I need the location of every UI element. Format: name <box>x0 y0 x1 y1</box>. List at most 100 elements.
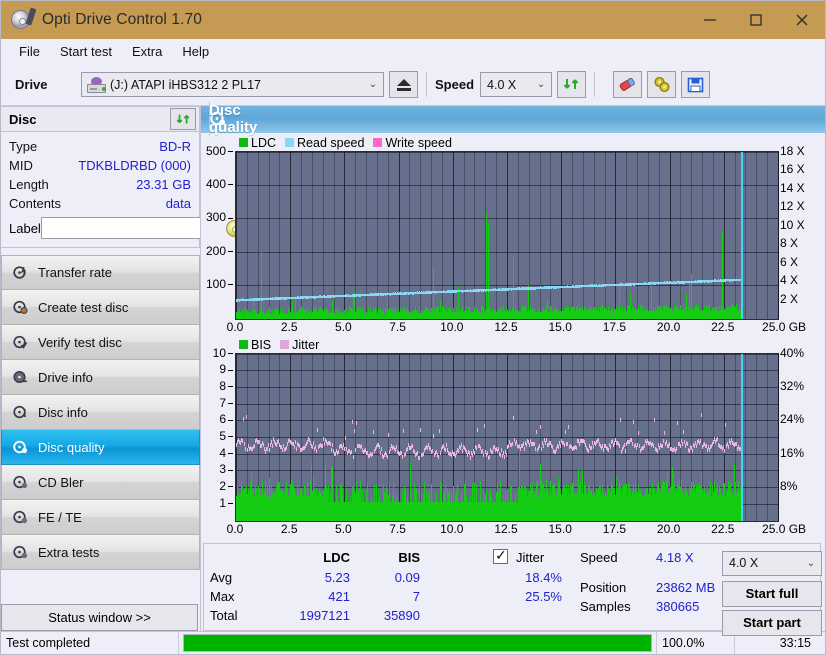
jitter-point <box>500 452 501 457</box>
jitter-point <box>662 443 663 448</box>
jitter-point <box>701 413 702 418</box>
erase-button[interactable] <box>613 71 643 98</box>
sidebar-item-cd-bler[interactable]: CD Bler <box>1 465 200 500</box>
jitter-point <box>588 449 589 454</box>
jitter-point <box>439 429 440 434</box>
jitter-point <box>558 445 559 450</box>
grid-line-v <box>712 151 714 319</box>
jitter-point <box>565 429 566 434</box>
jitter-point <box>540 424 541 429</box>
settings-button[interactable] <box>647 71 677 98</box>
elapsed-time: 33:15 <box>779 636 811 650</box>
x-tick-label: 12.5 <box>494 521 518 536</box>
sidebar-item-extra-tests[interactable]: Extra tests <box>1 535 200 570</box>
stats-row-label-avg: Avg <box>210 569 233 585</box>
disc-field-mid: MID TDKBLDRBD (000) <box>9 156 191 175</box>
chart1-y2-axis: 2 X 4 X 6 X 8 X 10 X 12 X 14 X 16 X 18 X <box>779 135 825 320</box>
jitter-point <box>664 430 665 435</box>
jitter-point <box>524 446 525 451</box>
jitter-label: Jitter <box>516 549 545 565</box>
jitter-point <box>684 439 685 444</box>
grid-line-v <box>322 151 324 319</box>
menu-item-start-test[interactable]: Start test <box>50 41 122 62</box>
legend-label-jitter: Jitter <box>292 337 320 352</box>
toolbar-divider-1 <box>426 72 427 97</box>
grid-line-v <box>767 151 769 319</box>
jitter-point <box>379 445 380 450</box>
status-message-cell: Test completed <box>1 632 179 654</box>
jitter-point <box>659 446 660 451</box>
grid-line-v <box>311 151 313 319</box>
sidebar-item-drive-info[interactable]: Drive info <box>1 360 200 395</box>
jitter-point <box>560 444 561 449</box>
disc-refresh-button[interactable] <box>170 108 196 130</box>
jitter-point <box>529 442 530 447</box>
start-part-button[interactable]: Start part <box>722 609 822 636</box>
jitter-point <box>680 443 681 448</box>
jitter-point <box>498 447 499 452</box>
disc-field-contents-key: Contents <box>9 196 62 211</box>
jitter-point <box>402 455 403 460</box>
disc-label-input[interactable] <box>40 217 220 239</box>
disc-field-length: Length 23.31 GB <box>9 175 191 194</box>
speed-select[interactable]: 4.0 X ⌄ <box>480 72 553 97</box>
save-button[interactable] <box>681 71 711 98</box>
stats-ldc-total: 1997121 <box>299 607 350 623</box>
jitter-point <box>294 444 295 449</box>
x-tick-label: 5.0 <box>335 319 352 334</box>
stats-ldc-avg: 5.23 <box>324 569 350 585</box>
jitter-point <box>724 448 725 453</box>
stats-bis-total: 35890 <box>383 607 420 623</box>
sidebar-item-create-test-disc[interactable]: Create test disc <box>1 290 200 325</box>
save-icon <box>687 77 704 92</box>
stats-jitter-avg: 18.4% <box>525 569 562 585</box>
jitter-point <box>536 429 537 434</box>
jitter-point <box>355 448 356 453</box>
menu-item-help[interactable]: Help <box>172 41 219 62</box>
refresh-button[interactable] <box>557 71 587 98</box>
jitter-checkbox[interactable] <box>493 547 508 564</box>
jitter-point <box>474 450 475 455</box>
jitter-point <box>683 429 684 434</box>
jitter-point <box>296 447 297 452</box>
close-icon[interactable] <box>779 1 825 39</box>
sidebar-item-disc-quality[interactable]: Disc quality <box>1 430 200 465</box>
disc-bler-icon <box>12 474 29 491</box>
grid-line-v <box>333 151 335 319</box>
start-full-button[interactable]: Start full <box>722 580 822 607</box>
menu-item-extra[interactable]: Extra <box>122 41 172 62</box>
jitter-point <box>243 416 244 421</box>
y2-tick-label: 40% <box>780 345 805 360</box>
jitter-point <box>639 443 640 448</box>
grid-line-v <box>680 151 682 319</box>
jitter-point <box>438 454 439 459</box>
sidebar-item-fe-te[interactable]: FE / TE <box>1 500 200 535</box>
sidebar-item-transfer-rate[interactable]: Transfer rate <box>1 255 200 290</box>
stats-row-label-total: Total <box>210 607 238 623</box>
disc-field-length-value: 23.31 GB <box>136 177 191 192</box>
grid-line-v <box>745 151 747 319</box>
y-tick-label: 300 <box>206 210 233 224</box>
jitter-point <box>692 449 693 454</box>
erase-icon <box>619 77 635 91</box>
jitter-point <box>342 446 343 451</box>
status-window-button[interactable]: Status window >> <box>1 604 198 631</box>
jitter-point <box>501 448 502 453</box>
samples-stat-value: 380665 <box>656 598 700 614</box>
grid-line-v <box>301 151 303 319</box>
jitter-point <box>461 443 462 447</box>
sidebar-item-verify-test-disc[interactable]: Verify test disc <box>1 325 200 360</box>
grid-line-v <box>539 151 541 319</box>
grid-line-v <box>463 151 465 319</box>
sidebar-item-disc-info[interactable]: Disc info <box>1 395 200 430</box>
minimize-icon[interactable] <box>687 1 733 39</box>
grid-line-v <box>507 151 508 319</box>
drive-select[interactable]: (J:) ATAPI iHBS312 2 PL17 ⌄ <box>81 72 384 97</box>
grid-line-h <box>236 370 778 372</box>
menu-item-file[interactable]: File <box>9 41 50 62</box>
eject-button[interactable] <box>389 71 418 98</box>
maximize-icon[interactable] <box>733 1 779 39</box>
jitter-point <box>433 433 434 438</box>
test-speed-select[interactable]: 4.0 X ⌄ <box>722 550 822 576</box>
jitter-point <box>373 429 374 434</box>
